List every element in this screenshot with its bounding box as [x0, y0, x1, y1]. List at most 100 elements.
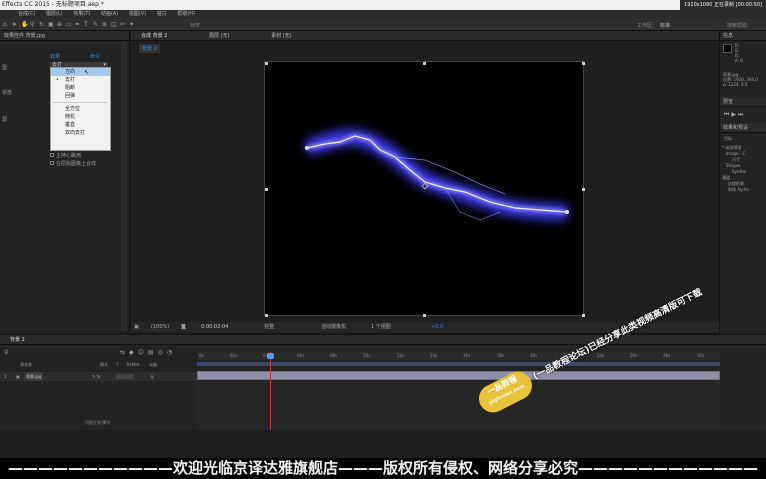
- color-swatch: [723, 44, 732, 53]
- dropdown-item-strike[interactable]: • 去打: [51, 76, 110, 84]
- comp-timecode[interactable]: 0:00:02:04: [201, 322, 228, 332]
- frame-blend-icon[interactable]: ▤: [148, 349, 158, 356]
- layer-row[interactable]: 1 ▣ 背景.jpg ✎ fx 无: [0, 372, 197, 381]
- window-title: Effects CC 2015 - 无标题项目.aep *: [2, 1, 104, 8]
- effects-search-input[interactable]: 目标: [724, 136, 732, 142]
- layer-track-bar[interactable]: [197, 371, 720, 380]
- play-icon[interactable]: ▶: [731, 111, 736, 118]
- info-tab[interactable]: 信息: [720, 31, 766, 41]
- tab-footage[interactable]: 素材 (无): [271, 33, 292, 39]
- last-frame-icon[interactable]: ⏭: [738, 111, 743, 118]
- dropdown-item-vertical[interactable]: 垂直: [51, 121, 110, 129]
- source-name-header: 源名称: [20, 362, 32, 367]
- workspace-select[interactable]: 标准: [660, 22, 670, 29]
- trkmat-header: TrkMat: [126, 362, 140, 367]
- menu-window[interactable]: 窗口: [157, 11, 167, 17]
- menu-bar: 合成(C) 图层(L) 效果(T) 动画(A) 视图(V) 窗口 帮助(H): [0, 10, 766, 19]
- dropdown-item-omni[interactable]: 全方位: [51, 105, 110, 113]
- info-readout: R: G: B: A: 0: [735, 43, 743, 63]
- dropdown-item-block[interactable]: 阻断: [51, 84, 110, 92]
- camera-select[interactable]: 活动摄像机: [321, 322, 346, 332]
- menu-animation[interactable]: 动画(A): [101, 11, 118, 17]
- file-info: 背景.jpg 位置: 1920, 394.0 ∆: 1224, 0.0: [723, 72, 758, 87]
- state-property-label: 状态: [2, 90, 13, 96]
- comp-flowchart-icon[interactable]: ⇆: [120, 349, 129, 356]
- first-frame-icon[interactable]: ⏮: [724, 111, 729, 118]
- tab-layer[interactable]: 图层 (无): [209, 33, 230, 39]
- bottom-banner: ———————————欢迎光临京译达雅旗舰店———版权所有侵权、网络分享必究——…: [0, 458, 766, 479]
- checkbox-icon: [50, 153, 54, 157]
- quality-select[interactable]: 完整: [264, 322, 274, 332]
- shy-icon[interactable]: ☺: [138, 349, 148, 356]
- dropdown-item-direction[interactable]: 方向 ↖: [51, 68, 110, 76]
- layer-name[interactable]: 背景.jpg: [24, 372, 44, 381]
- tree-item[interactable]: 斜角 Alpha: [722, 187, 749, 193]
- type-property-label: 型: [2, 65, 8, 71]
- tab-composition[interactable]: 合成 背景 2: [141, 33, 167, 39]
- clone-tool-icon[interactable]: ⊗: [102, 22, 108, 28]
- brush-tool-icon[interactable]: ✎: [93, 22, 99, 28]
- views-select[interactable]: 1 个视图: [371, 322, 391, 332]
- image-icon: ▣: [16, 374, 20, 379]
- zoom-tool-icon[interactable]: ⚲: [30, 22, 36, 28]
- menu-effect[interactable]: 效果(T): [73, 11, 90, 17]
- source-property-label: 源: [2, 117, 8, 123]
- composition-canvas[interactable]: [264, 61, 585, 317]
- menu-help[interactable]: 帮助(H): [177, 11, 195, 17]
- rotate-tool-icon[interactable]: ↻: [39, 22, 45, 28]
- camera-tool-icon[interactable]: ▣: [48, 22, 54, 28]
- pen-tool-icon[interactable]: ✒: [75, 22, 81, 28]
- menu-view[interactable]: 视图(V): [129, 11, 146, 17]
- roto-tool-icon[interactable]: ✂: [120, 22, 126, 28]
- rectangle-tool-icon[interactable]: ▭: [66, 22, 72, 28]
- checkbox-icon: [50, 161, 54, 165]
- timeline-tab[interactable]: 背景 2: [0, 335, 766, 345]
- eraser-tool-icon[interactable]: ◫: [111, 22, 117, 28]
- menu-layer[interactable]: 图层(L): [46, 11, 63, 17]
- effect-controls-tab[interactable]: 效果控件 背景.jpg: [0, 31, 129, 41]
- lightning-bolt-graphic: [265, 62, 585, 317]
- command-column-header: 命令: [90, 54, 101, 60]
- window-title-bar: Effects CC 2015 - 无标题项目.aep *: [0, 0, 766, 10]
- workspace-label: 工作区:: [637, 23, 654, 29]
- dropdown-item-random[interactable]: 随机: [51, 113, 110, 121]
- playback-controls: ⏮ ▶ ⏭: [724, 111, 743, 119]
- snapshot-icon[interactable]: ◙: [181, 322, 186, 332]
- comp-breadcrumb[interactable]: 背景 2: [139, 44, 160, 53]
- help-search-input[interactable]: 搜索帮助: [727, 22, 747, 29]
- checkbox-keep-center[interactable]: 主持心跳用: [50, 152, 81, 159]
- t-header: T: [116, 362, 119, 367]
- playhead-line[interactable]: [270, 352, 271, 430]
- switches-icon[interactable]: ✎ fx: [92, 372, 100, 381]
- checkbox-composite-original[interactable]: 在原始图像上合成: [50, 160, 96, 167]
- layer-parent[interactable]: 无: [150, 372, 154, 381]
- effects-presets-tab[interactable]: 效果和预设: [720, 123, 766, 133]
- playhead-handle[interactable]: [267, 353, 274, 359]
- track-area: [197, 380, 720, 430]
- recording-badge: 1920x1080 正在录制 [00:00:50]: [680, 0, 766, 10]
- zoom-select[interactable]: (100%): [151, 322, 169, 332]
- draft-3d-icon[interactable]: ◆: [129, 349, 138, 356]
- snap-checkbox-label[interactable]: 对齐: [190, 22, 200, 29]
- mode-box[interactable]: [116, 374, 134, 379]
- checked-bullet-icon: •: [56, 77, 59, 83]
- motion-blur-icon[interactable]: ◎: [158, 349, 167, 356]
- graph-editor-icon[interactable]: ◔: [167, 349, 176, 356]
- selection-tool-icon[interactable]: ➤: [12, 22, 18, 28]
- home-icon[interactable]: ⌂: [3, 22, 9, 28]
- type-tool-icon[interactable]: T: [84, 22, 90, 28]
- parent-header: 父级: [149, 362, 157, 367]
- search-icon[interactable]: ⚲: [4, 349, 8, 356]
- effects-tree: * 动画预设 Image - C 尺寸 Shapes Synthe 通道 边缘抠…: [722, 145, 749, 193]
- hand-tool-icon[interactable]: ✋: [21, 22, 28, 28]
- dropdown-item-two-way[interactable]: 双向去打: [51, 129, 110, 137]
- preview-tab[interactable]: 预览: [720, 97, 766, 107]
- dropdown-item-bounce[interactable]: 回弹: [51, 92, 110, 100]
- pan-behind-tool-icon[interactable]: ⊕: [57, 22, 63, 28]
- panel-scrollbar[interactable]: [121, 41, 127, 331]
- type-dropdown-menu: 方向 ↖ • 去打 阻断 回弹 全方位 随机 垂直 双向去打: [50, 67, 111, 151]
- menu-composition[interactable]: 合成(C): [18, 11, 35, 17]
- exposure-value[interactable]: +0.0: [431, 322, 443, 332]
- puppet-tool-icon[interactable]: ✦: [129, 22, 135, 28]
- resolution-icon[interactable]: ▣: [134, 322, 139, 332]
